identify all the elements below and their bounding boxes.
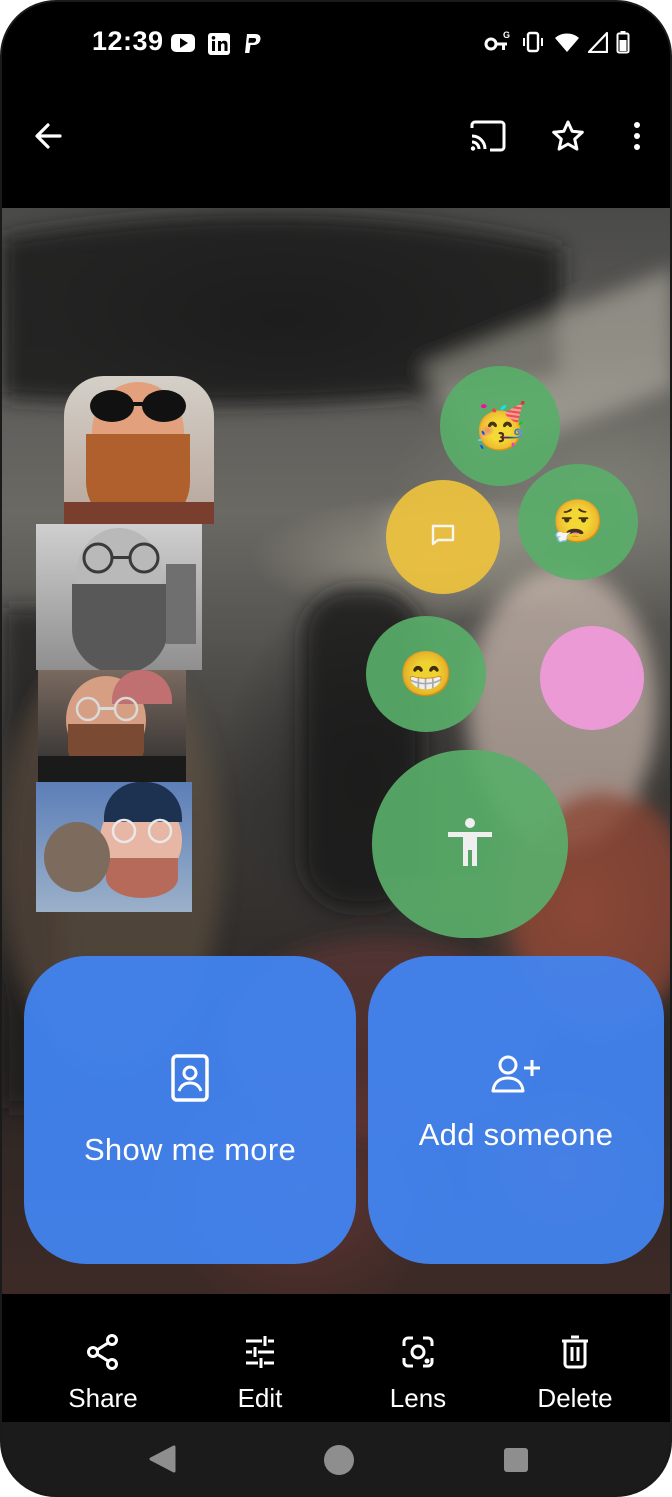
accessibility-person-icon <box>442 814 498 875</box>
lens-button[interactable]: Lens <box>358 1334 478 1414</box>
lens-icon <box>400 1334 436 1375</box>
nav-recents-button[interactable] <box>502 1446 530 1479</box>
portrait-icon <box>170 1053 210 1108</box>
photo-actions-bar: Share Edit Lens Delete <box>2 1294 670 1422</box>
nav-home-button[interactable] <box>323 1444 355 1481</box>
face-thumbnail[interactable] <box>36 524 202 670</box>
back-triangle-icon <box>148 1445 176 1478</box>
cast-button[interactable] <box>460 110 516 166</box>
pink-bubble-button[interactable] <box>540 626 644 730</box>
home-circle-icon <box>323 1445 355 1480</box>
youtube-icon <box>170 32 196 61</box>
back-button[interactable] <box>20 110 76 166</box>
add-someone-label: Add someone <box>418 1116 614 1152</box>
recents-square-icon <box>502 1448 530 1478</box>
more-vert-icon <box>632 121 642 156</box>
face-thumbnail[interactable] <box>38 670 186 782</box>
favorite-button[interactable] <box>540 110 596 166</box>
add-someone-button[interactable]: Add someone <box>368 956 664 1264</box>
system-icons: G <box>484 30 630 59</box>
share-label: Share <box>68 1383 138 1413</box>
vpn-key-icon: G <box>484 30 512 59</box>
edit-button[interactable]: Edit <box>200 1334 320 1414</box>
lens-label: Lens <box>389 1383 447 1413</box>
delete-label: Delete <box>537 1383 613 1413</box>
edit-label: Edit <box>237 1383 283 1413</box>
signal-icon <box>587 31 609 58</box>
trash-icon <box>559 1334 591 1375</box>
vibrate-icon <box>520 30 546 59</box>
nav-back-button[interactable] <box>148 1444 176 1479</box>
emoji-grin-bubble[interactable]: 😁 <box>366 616 486 732</box>
notification-icons <box>170 32 262 61</box>
status-bar: 12:39 G <box>2 2 670 86</box>
svg-text:G: G <box>503 30 510 40</box>
star-outline-icon <box>551 119 585 158</box>
paypal-icon <box>242 32 262 61</box>
partying-face-emoji: 🥳 <box>472 402 528 451</box>
show-me-more-button[interactable]: Show me more <box>24 956 356 1264</box>
emoji-exhale-bubble[interactable]: 😮‍💨 <box>518 464 638 580</box>
grinning-face-emoji: 😁 <box>398 650 454 699</box>
emoji-party-bubble[interactable]: 🥳 <box>440 366 560 486</box>
chat-bubble-button[interactable] <box>386 480 500 594</box>
share-icon <box>86 1334 120 1375</box>
wifi-icon <box>554 31 580 58</box>
status-time: 12:39 <box>92 26 164 56</box>
show-me-more-label: Show me more <box>83 1131 297 1167</box>
viewer-top-bar <box>2 86 670 208</box>
battery-icon <box>616 30 630 59</box>
cast-icon <box>469 120 507 157</box>
face-thumbnail[interactable] <box>64 376 214 524</box>
share-button[interactable]: Share <box>43 1334 163 1414</box>
accessibility-menu-button[interactable] <box>372 750 568 938</box>
phone-screen: 12:39 G <box>0 0 672 1497</box>
arrow-left-icon <box>33 121 63 156</box>
add-person-icon <box>490 1054 542 1099</box>
system-nav-bar <box>2 1422 670 1495</box>
linkedin-icon <box>207 32 231 61</box>
chat-bubble-icon <box>430 523 456 552</box>
face-thumbnail[interactable] <box>36 782 192 912</box>
face-exhaling-emoji: 😮‍💨 <box>551 497 605 545</box>
delete-button[interactable]: Delete <box>515 1334 635 1414</box>
tune-icon <box>243 1334 277 1375</box>
more-options-button[interactable] <box>609 110 665 166</box>
face-thumbnails <box>32 376 214 912</box>
